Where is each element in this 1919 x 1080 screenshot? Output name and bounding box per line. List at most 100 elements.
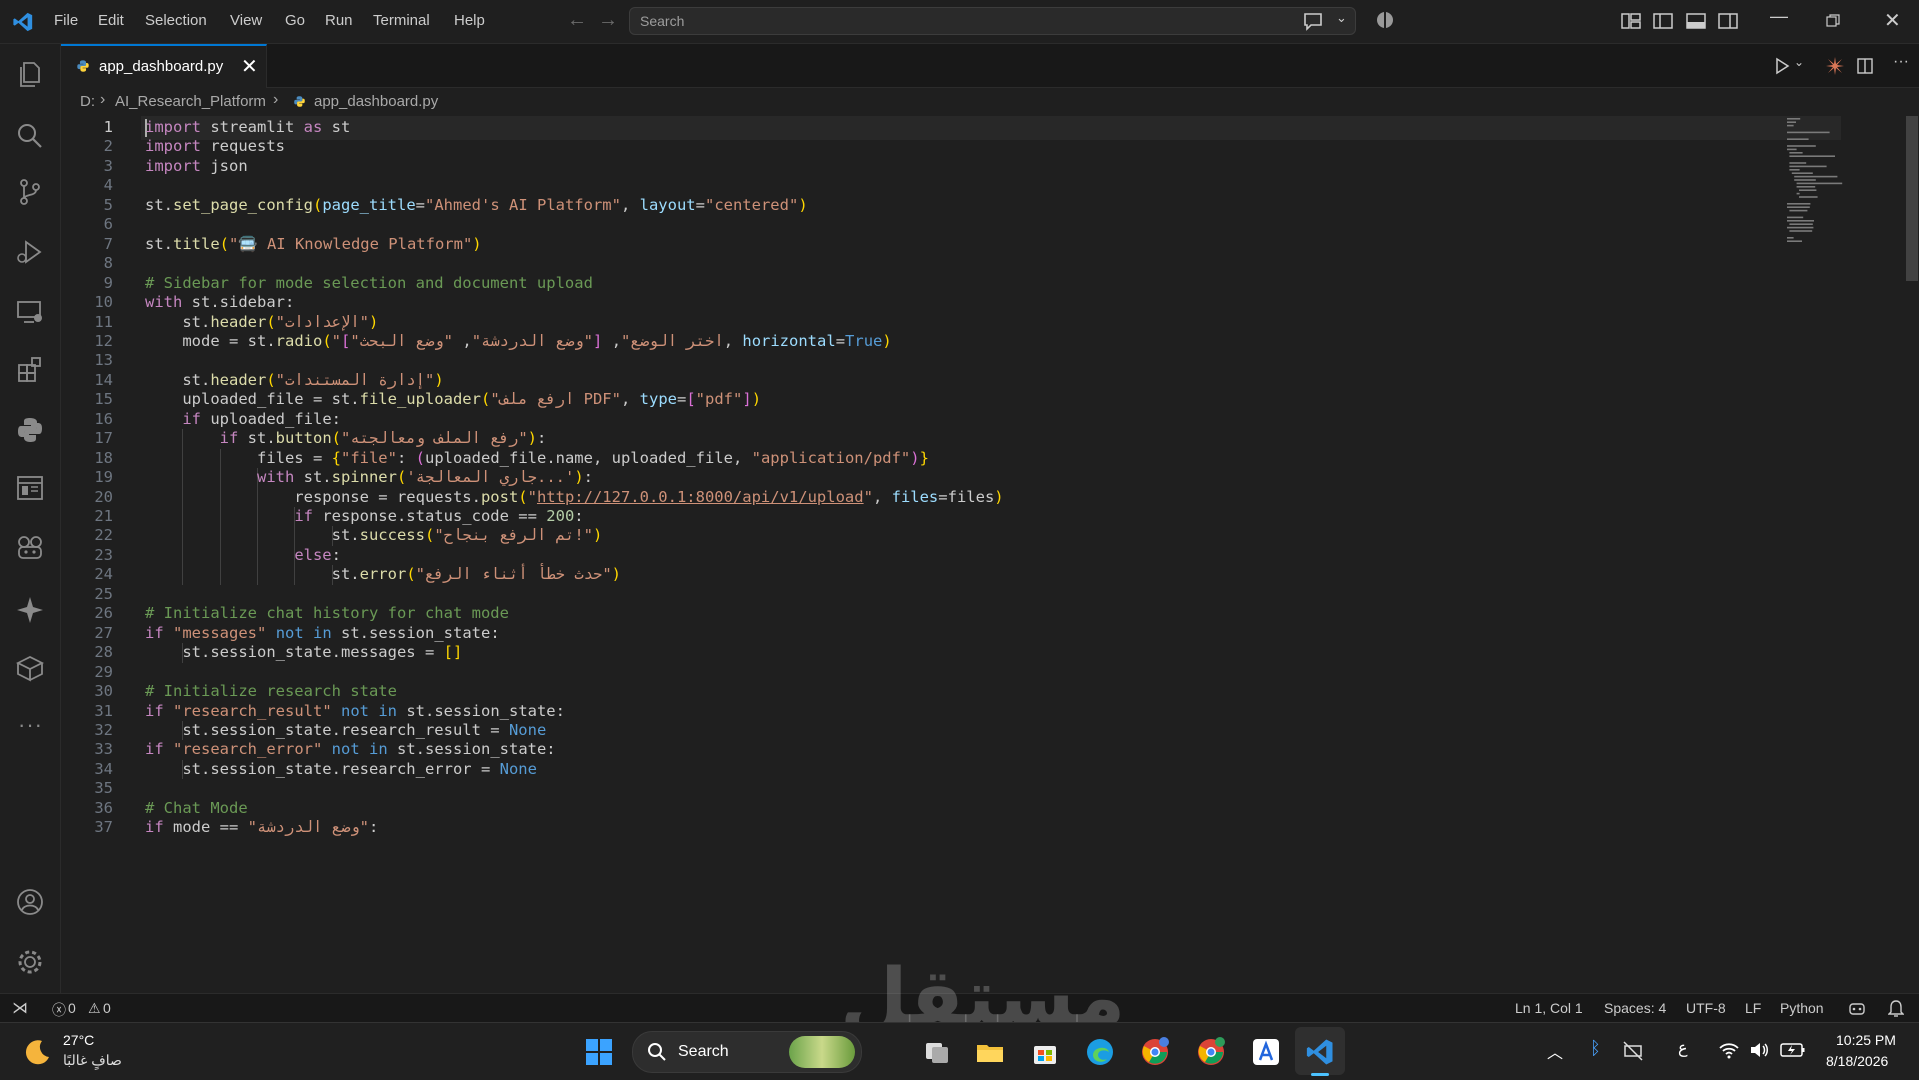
code-line[interactable]: st.header("إدارة المستندات") [145,371,443,389]
code-line[interactable]: if uploaded_file: [145,410,341,428]
vscode-logo-icon[interactable] [12,11,34,33]
line-number[interactable]: 17 [61,429,113,447]
notebook-icon[interactable] [14,472,46,504]
line-ending[interactable]: LF [1745,1000,1761,1016]
code-line[interactable]: st.session_state.research_error = None [145,760,537,778]
line-number[interactable]: 31 [61,702,113,720]
remote-indicator-icon[interactable]: ⋊ [12,998,28,1018]
code-line[interactable]: with st.spinner('جاري المعالجة...'): [145,468,593,486]
settings-gear-icon[interactable] [14,946,46,978]
line-number[interactable]: 28 [61,643,113,661]
line-number[interactable]: 3 [61,157,113,175]
accounts-icon[interactable] [14,886,46,918]
line-number[interactable]: 34 [61,760,113,778]
line-number[interactable]: 2 [61,137,113,155]
menu-view[interactable]: View [230,12,262,29]
restore-icon[interactable] [1826,14,1840,28]
line-number[interactable]: 23 [61,546,113,564]
menu-run[interactable]: Run [325,12,353,29]
line-number[interactable]: 37 [61,818,113,836]
code-line[interactable]: st.set_page_config(page_title="Ahmed's A… [145,196,808,214]
network-off-icon[interactable] [1622,1040,1644,1062]
line-number[interactable]: 22 [61,526,113,544]
line-number[interactable]: 10 [61,293,113,311]
cursor-position[interactable]: Ln 1, Col 1 [1515,1000,1583,1016]
close-tab-icon[interactable]: ✕ [241,54,258,79]
line-number[interactable]: 5 [61,196,113,214]
back-arrow-icon[interactable]: ← [567,9,587,32]
line-number[interactable]: 21 [61,507,113,525]
toggle-panel-icon[interactable] [1685,11,1707,31]
line-number[interactable]: 25 [61,585,113,603]
run-chevron-icon[interactable]: ⌄ [1794,55,1804,69]
line-number[interactable]: 30 [61,682,113,700]
clock-date[interactable]: 8/18/2026 [1826,1053,1888,1069]
encoding[interactable]: UTF-8 [1686,1000,1726,1016]
line-number[interactable]: 27 [61,624,113,642]
source-control-icon[interactable] [14,176,46,208]
clock-time[interactable]: 10:25 PM [1836,1032,1896,1048]
toggle-primary-sidebar-icon[interactable] [1652,11,1674,31]
code-line[interactable]: # Initialize chat history for chat mode [145,604,509,622]
copilot-icon[interactable] [1375,10,1395,30]
menu-terminal[interactable]: Terminal [373,12,430,29]
code-line[interactable]: if "research_result" not in st.session_s… [145,702,565,720]
chrome-profile-a-icon[interactable] [1140,1037,1170,1067]
extensions-icon[interactable] [14,354,46,386]
copilot-agent-icon[interactable] [14,532,46,564]
toggle-secondary-sidebar-icon[interactable] [1717,11,1739,31]
close-window-icon[interactable]: ✕ [1884,8,1901,33]
volume-icon[interactable] [1748,1039,1770,1061]
code-line[interactable]: import streamlit as st [145,118,350,136]
windows-start-icon[interactable] [584,1037,614,1067]
line-number[interactable]: 36 [61,799,113,817]
taskbar-search[interactable]: Search [632,1031,862,1073]
menu-go[interactable]: Go [285,12,305,29]
menu-file[interactable]: File [54,12,78,29]
error-icon[interactable]: ⓧ [52,1000,66,1020]
line-number[interactable]: 26 [61,604,113,622]
show-hidden-icons-chevron-icon[interactable]: ︿ [1547,1039,1563,1063]
scrollbar-thumb[interactable] [1906,116,1918,281]
notifications-bell-icon[interactable] [1888,999,1904,1017]
app-a-icon[interactable] [1251,1037,1281,1067]
code-line[interactable]: st.header("الإعدادات") [145,313,378,331]
more-actions-icon[interactable]: ··· [1893,53,1909,71]
line-number[interactable]: 7 [61,235,113,253]
wifi-icon[interactable] [1718,1039,1740,1061]
breadcrumb-drive[interactable]: D: [80,93,95,110]
line-number[interactable]: 19 [61,468,113,486]
line-number[interactable]: 15 [61,390,113,408]
code-line[interactable]: st.error("حدث خطأ أثناء الرفع") [145,565,621,583]
file-explorer-icon[interactable] [975,1037,1005,1067]
claude-icon[interactable] [1825,56,1845,76]
forward-arrow-icon[interactable]: → [598,9,618,32]
run-python-file-icon[interactable] [1773,57,1791,75]
menu-selection[interactable]: Selection [145,12,207,29]
minimap[interactable] [1785,116,1905,993]
vscode-taskbar-icon[interactable] [1305,1037,1335,1067]
python-icon[interactable] [14,414,46,446]
code-line[interactable]: # Sidebar for mode selection and documen… [145,274,593,292]
input-language[interactable]: ع [1678,1038,1688,1058]
code-line[interactable]: if response.status_code == 200: [145,507,583,525]
code-line[interactable]: st.session_state.messages = [] [145,643,462,661]
breadcrumb-file[interactable]: app_dashboard.py [314,93,438,110]
task-view-icon[interactable] [922,1037,952,1067]
chrome-profile-m-icon[interactable] [1196,1037,1226,1067]
more-icon[interactable]: ··· [18,712,43,738]
line-number[interactable]: 4 [61,176,113,194]
containers-icon[interactable] [14,652,46,684]
line-number[interactable]: 18 [61,449,113,467]
microsoft-store-icon[interactable] [1030,1037,1060,1067]
language-mode[interactable]: Python [1780,1000,1824,1016]
weather-temp[interactable]: 27°C [63,1032,94,1048]
code-line[interactable]: if "messages" not in st.session_state: [145,624,500,642]
code-line[interactable]: st.title("🚍 AI Knowledge Platform") [145,235,482,253]
line-number[interactable]: 24 [61,565,113,583]
code-line[interactable]: st.success("تم الرفع بنجاح!") [145,526,603,544]
line-number[interactable]: 6 [61,215,113,233]
warning-count[interactable]: 0 [103,1000,111,1016]
explorer-icon[interactable] [14,58,46,90]
bluetooth-icon[interactable]: ᛒ [1590,1038,1601,1059]
